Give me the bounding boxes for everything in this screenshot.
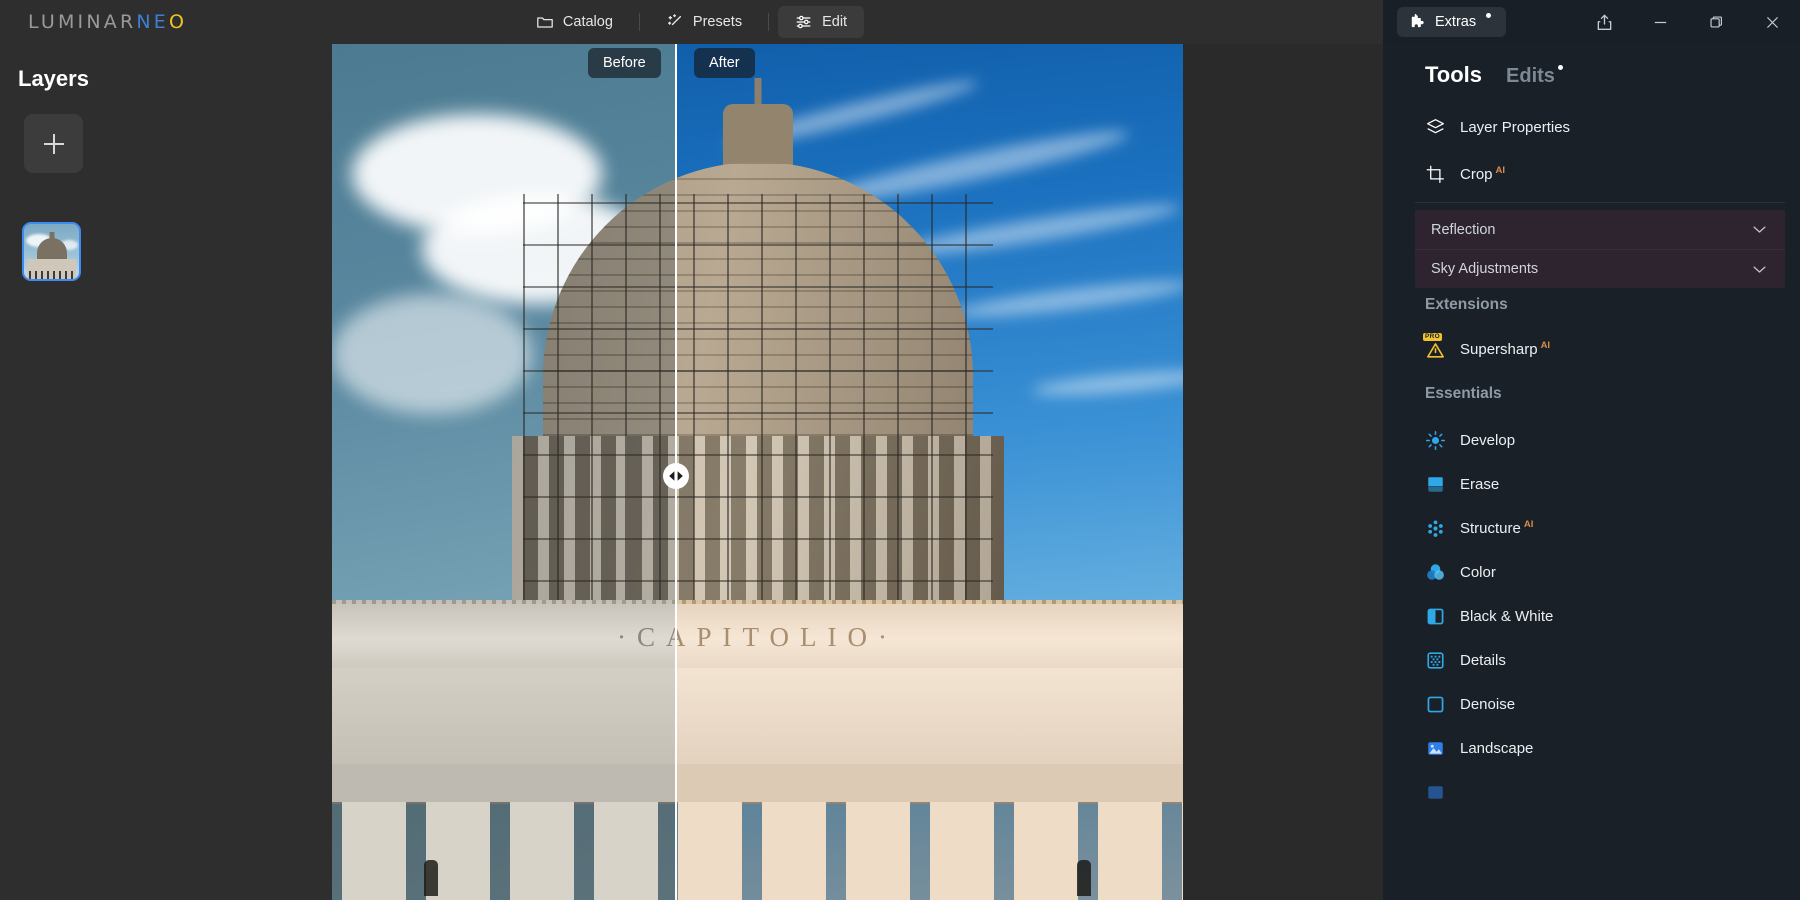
- tool-black-and-white[interactable]: Black & White: [1425, 601, 1785, 631]
- tool-landscape-label: Landscape: [1460, 739, 1534, 757]
- section-reflection[interactable]: Reflection: [1415, 210, 1785, 249]
- tab-edits-wrap[interactable]: Edits: [1506, 65, 1563, 88]
- erase-icon: [1425, 474, 1446, 495]
- group-header-essentials: Essentials: [1425, 385, 1502, 402]
- before-statue-left: [424, 860, 438, 896]
- portrait-icon: [1425, 782, 1446, 803]
- chevron-down-icon: [1752, 265, 1767, 274]
- tool-partially-visible-next[interactable]: [1425, 777, 1785, 807]
- extras-label: Extras: [1435, 14, 1477, 30]
- nav-tab-edit-label: Edit: [822, 14, 848, 30]
- tool-develop-label: Develop: [1460, 431, 1516, 449]
- collapsible-sections-group: Reflection Sky Adjustments: [1415, 210, 1785, 288]
- nav-tab-catalog[interactable]: Catalog: [519, 6, 630, 38]
- landscape-icon: [1425, 738, 1446, 759]
- tool-develop[interactable]: Develop: [1425, 425, 1785, 455]
- tool-erase-label: Erase: [1460, 475, 1500, 493]
- ai-badge-supersharp: AI: [1540, 339, 1551, 351]
- edits-badge-dot: [1557, 65, 1563, 70]
- after-lantern: [722, 104, 793, 170]
- before-label-pill[interactable]: Before: [588, 48, 661, 78]
- canvas-area: ·CAPITOLIO· Before After: [332, 44, 1383, 900]
- luminar-neo-window: LUMINARNEO Catalog Presets Edit Extras L…: [0, 0, 1800, 900]
- structure-icon: [1425, 518, 1446, 539]
- puzzle-piece-icon: [1409, 13, 1427, 31]
- extras-badge-dot: [1486, 12, 1492, 18]
- after-label-pill[interactable]: After: [694, 48, 755, 78]
- denoise-icon: [1425, 694, 1446, 715]
- tool-color-label: Color: [1460, 563, 1496, 581]
- tool-erase[interactable]: Erase: [1425, 469, 1785, 499]
- layers-icon: [1425, 117, 1446, 138]
- tool-black-and-white-label: Black & White: [1460, 607, 1554, 625]
- tool-crop[interactable]: Crop AI: [1425, 159, 1785, 189]
- supersharp-icon: PRO: [1423, 332, 1446, 360]
- tool-denoise[interactable]: Denoise: [1425, 689, 1785, 719]
- tools-panel: Tools Edits Layer Properties Crop AI Ref…: [1383, 44, 1800, 900]
- pro-badge: PRO: [1423, 332, 1442, 341]
- ai-badge-structure: AI: [1523, 518, 1534, 530]
- window-controls: [1576, 0, 1800, 44]
- section-sky-adjustments-label: Sky Adjustments: [1431, 261, 1539, 277]
- color-icon: [1425, 562, 1446, 583]
- tool-color[interactable]: Color: [1425, 557, 1785, 587]
- sliders-icon: [795, 13, 813, 31]
- tool-layer-properties-label: Layer Properties: [1460, 118, 1571, 136]
- chevron-down-icon: [1752, 225, 1767, 234]
- top-bar: LUMINARNEO Catalog Presets Edit Extras: [0, 0, 1800, 44]
- blackwhite-icon: [1425, 606, 1446, 627]
- minimize-icon[interactable]: [1632, 0, 1688, 44]
- tool-landscape[interactable]: Landscape: [1425, 733, 1785, 763]
- tool-details[interactable]: Details: [1425, 645, 1785, 675]
- nav-tab-presets-label: Presets: [692, 14, 743, 30]
- nav-separator-2: [768, 13, 770, 31]
- tools-panel-tabs: Tools Edits: [1425, 62, 1563, 88]
- extras-button[interactable]: Extras: [1397, 7, 1507, 37]
- layers-panel-title: Layers: [18, 66, 89, 91]
- ai-badge-crop: AI: [1495, 164, 1506, 176]
- tab-tools[interactable]: Tools: [1425, 62, 1482, 88]
- nav-separator-1: [638, 13, 640, 31]
- group-header-extensions: Extensions: [1425, 296, 1508, 313]
- photo-compare-viewport[interactable]: ·CAPITOLIO· Before After: [332, 44, 1183, 900]
- layer-thumb-columns: [29, 271, 74, 279]
- tool-crop-label: Crop AI: [1460, 164, 1506, 183]
- tab-edits[interactable]: Edits: [1506, 65, 1555, 87]
- tool-structure-label: Structure AI: [1460, 518, 1534, 537]
- layer-thumbnail-capitolio[interactable]: [22, 222, 81, 281]
- section-sky-adjustments[interactable]: Sky Adjustments: [1415, 249, 1785, 288]
- folder-icon: [536, 13, 554, 31]
- tool-layer-properties[interactable]: Layer Properties: [1425, 112, 1785, 142]
- nav-tab-edit[interactable]: Edit: [778, 6, 865, 38]
- section-reflection-label: Reflection: [1431, 221, 1496, 238]
- nav-tab-catalog-label: Catalog: [562, 14, 613, 30]
- tool-structure[interactable]: Structure AI: [1425, 513, 1785, 543]
- tool-denoise-label: Denoise: [1460, 695, 1516, 713]
- add-layer-button[interactable]: [24, 114, 83, 173]
- split-drag-handle[interactable]: [663, 463, 689, 489]
- after-statue-right: [1077, 860, 1091, 896]
- restore-icon[interactable]: [1688, 0, 1744, 44]
- nav-tab-presets[interactable]: Presets: [649, 6, 759, 38]
- tool-details-label: Details: [1460, 651, 1506, 669]
- magic-wand-icon: [666, 13, 684, 31]
- layers-panel: Layers: [0, 44, 332, 900]
- share-icon[interactable]: [1576, 0, 1632, 44]
- close-icon[interactable]: [1744, 0, 1800, 44]
- main-nav-tabs: Catalog Presets Edit: [0, 5, 1383, 39]
- tool-supersharp[interactable]: PRO Supersharp AI: [1423, 332, 1785, 364]
- details-icon: [1425, 650, 1446, 671]
- crop-icon: [1425, 164, 1446, 185]
- tools-divider: [1415, 202, 1785, 203]
- tool-supersharp-label: Supersharp AI: [1460, 339, 1551, 358]
- develop-icon: [1425, 430, 1446, 451]
